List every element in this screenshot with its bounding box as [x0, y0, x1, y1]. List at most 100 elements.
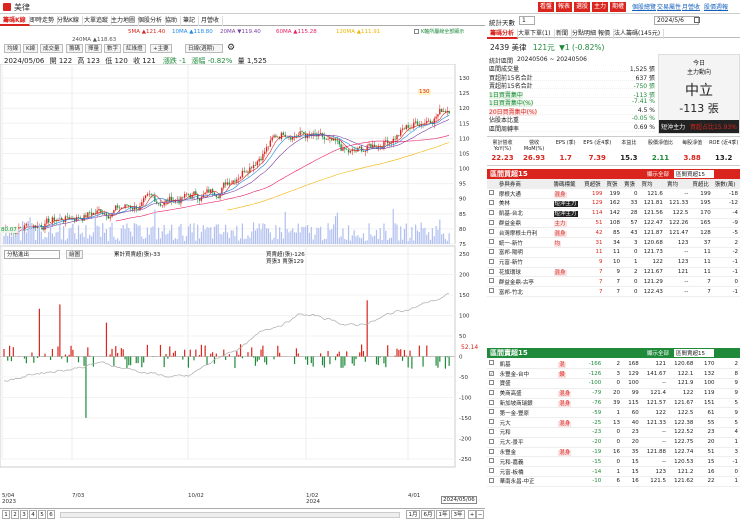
page-6[interactable]: 6 [47, 510, 55, 519]
table-row[interactable]: 摩根大通 混身 199 199 0 121.6 -- 199 -18 [487, 188, 740, 200]
row-checkbox[interactable] [487, 188, 497, 200]
row-checkbox[interactable] [487, 407, 498, 419]
row-checkbox[interactable] [487, 237, 497, 249]
buy-filter[interactable]: 顯示全部 [647, 170, 669, 178]
calendar-icon[interactable] [694, 17, 700, 23]
table-row[interactable]: 群益金鼎 主力 51 108 57 122.47 122.26 165 -9 [487, 218, 740, 229]
table-row[interactable]: 第一金-豐原 -59 1 60 122 122.5 61 9 [487, 407, 740, 419]
row-checkbox[interactable] [487, 286, 497, 298]
stat-days-select[interactable]: 1 [519, 16, 535, 25]
table-row[interactable]: 統一-新竹均 31 34 3 120.68 123 37 2 [487, 237, 740, 249]
table-row[interactable]: 永豐金 混身 -19 16 35 121.88 122.74 51 3 [487, 447, 740, 458]
tool-main[interactable]: +主要 [150, 44, 172, 53]
link-monthly-revenue[interactable]: 月營收 [682, 2, 700, 11]
nav-button-report[interactable]: 報表 [556, 2, 572, 12]
period-select[interactable]: 日線(週期) [185, 44, 223, 53]
zoom-out-icon[interactable]: − [476, 510, 484, 519]
row-checkbox[interactable] [487, 359, 498, 370]
tool-volume[interactable]: 成交量 [40, 44, 63, 53]
column-header[interactable] [487, 179, 497, 190]
tool-traffic-light[interactable]: 紅綠燈 [123, 44, 146, 53]
row-checkbox[interactable] [487, 378, 498, 389]
column-header[interactable]: 賣均 [664, 179, 691, 190]
range-1y[interactable]: 1年 [436, 510, 450, 519]
link-weekly-price[interactable]: 股價週報 [704, 2, 728, 11]
table-row[interactable]: 凱基混 -166 2 168 121 120.68 170 2 [487, 359, 740, 370]
table-row[interactable]: 元大-景平 -20 0 20 -- 122.75 20 1 [487, 437, 740, 448]
table-row[interactable]: 花旗環球 混身 7 9 2 121.67 121 11 -1 [487, 267, 740, 278]
row-checkbox[interactable] [487, 227, 497, 239]
table-row[interactable]: 元和 -23 0 23 -- 122.52 23 4 [487, 427, 740, 438]
column-header[interactable]: 參與券商 [496, 179, 552, 190]
page-4[interactable]: 4 [29, 510, 37, 519]
range-3y[interactable]: 3年 [451, 510, 465, 519]
row-checkbox[interactable] [487, 398, 498, 409]
table-row[interactable]: 富邦-竹北 7 7 0 122.43 -- 7 -1 [487, 286, 740, 298]
lower-selector[interactable]: 分點進出 [4, 250, 60, 259]
tool-kline[interactable]: K線 [23, 44, 39, 53]
table-row[interactable]: 華南永昌-中正 -10 6 16 121.5 121.62 22 1 [487, 476, 740, 487]
column-header[interactable]: 買張 [604, 179, 623, 190]
scrollbar[interactable] [60, 512, 400, 518]
row-checkbox[interactable] [487, 437, 498, 448]
row-checkbox[interactable] [487, 276, 497, 288]
page-3[interactable]: 3 [20, 510, 28, 519]
ma-toggle-checkbox[interactable] [414, 29, 419, 34]
subtab-legal[interactable]: 法人籌碼(145元) [611, 29, 665, 39]
table-row[interactable]: 元富-板橋 -14 1 15 123 121.2 16 0 [487, 466, 740, 478]
tool-ma[interactable]: 均線 [4, 44, 22, 53]
range-1m[interactable]: 1月 [406, 510, 420, 519]
row-checkbox[interactable] [487, 267, 497, 278]
table-row[interactable]: 元富-新竹 9 10 1 122 123 11 -1 [487, 257, 740, 268]
sell-select[interactable]: 區間賣超15 [674, 349, 714, 357]
row-checkbox[interactable] [487, 388, 498, 399]
subtab-chip[interactable]: 籌碼分析 [487, 29, 519, 39]
draw-button[interactable]: 繪圖 [66, 250, 84, 259]
table-row[interactable]: 美商高盛 混身 -79 20 99 121.4 122 119 9 [487, 388, 740, 399]
column-header[interactable]: 買均 [639, 179, 665, 190]
row-checkbox[interactable] [487, 218, 497, 229]
tab-notes[interactable]: 筆記 [180, 16, 200, 26]
table-row[interactable]: 美林 短沖主力 129 162 33 121.81 121.33 195 -12 [487, 198, 740, 209]
tool-swing[interactable]: 揮量 [85, 44, 103, 53]
subtab-bigorder[interactable]: 大單下單(1) [515, 29, 555, 39]
sell-filter[interactable]: 顯示全部 [647, 349, 669, 357]
tab-chip-kline[interactable]: 籌碼K線 [0, 16, 30, 26]
table-row[interactable]: 元和-嘉義 -15 0 15 -- 120.53 15 -1 [487, 456, 740, 468]
table-row[interactable]: 富邦-陽明 11 11 0 121.73 -- 11 -2 [487, 247, 740, 258]
page-5[interactable]: 5 [38, 510, 46, 519]
row-checkbox[interactable] [487, 257, 497, 268]
gear-icon[interactable]: ⚙ [227, 43, 235, 53]
tool-number[interactable]: 數字 [104, 44, 122, 53]
row-checkbox[interactable] [487, 208, 497, 219]
date-picker[interactable]: 2024/5/6 [654, 16, 699, 25]
link-overview[interactable]: 個股總覽 [632, 2, 656, 11]
table-row[interactable]: 台灣摩根士丹利 混身 42 85 43 121.87 121.47 128 -5 [487, 227, 740, 239]
column-header[interactable]: 籌碼標籤 [551, 179, 583, 190]
row-checkbox[interactable] [487, 417, 498, 429]
table-row[interactable]: 群益金鼎-古亭 7 7 0 121.29 -- 7 0 [487, 276, 740, 288]
row-checkbox[interactable] [487, 456, 498, 468]
column-header[interactable]: 買超張 [582, 179, 605, 190]
row-checkbox[interactable] [487, 427, 498, 438]
row-checkbox[interactable] [487, 447, 498, 458]
nav-button-mainforce[interactable]: 主力 [592, 2, 608, 12]
nav-button-screen[interactable]: 選股 [574, 2, 590, 12]
table-row[interactable]: 寶盛 -100 0 100 -- 121.9 100 9 [487, 378, 740, 389]
row-checkbox[interactable] [487, 247, 497, 258]
column-header[interactable]: 張數(萬) [712, 179, 740, 190]
nav-button-watch[interactable]: 看盤 [538, 2, 554, 12]
link-trade-attr[interactable]: 交易屬性 [657, 2, 681, 11]
column-header[interactable]: 賣張 [622, 179, 640, 190]
table-row[interactable]: 元大 混身 -25 13 40 121.33 122.38 55 5 [487, 417, 740, 429]
price-chart[interactable]: 130 125 120 115 110 105 100 95 90 85 80 75 250 200 15… [0, 64, 485, 508]
tool-chips[interactable]: 籌碼 [66, 44, 84, 53]
row-checkbox[interactable]: ✓ [487, 368, 498, 380]
zoom-in-icon[interactable]: + [468, 510, 476, 519]
row-checkbox[interactable] [487, 476, 498, 487]
page-2[interactable]: 2 [11, 510, 19, 519]
buy-select[interactable]: 區間買超15 [674, 170, 714, 178]
table-row[interactable]: 新加坡商瑞銀 混身 -76 39 115 121.57 121.67 151 5 [487, 398, 740, 409]
row-checkbox[interactable] [487, 466, 498, 478]
tab-branch-kline[interactable]: 分點K線 [54, 16, 83, 26]
